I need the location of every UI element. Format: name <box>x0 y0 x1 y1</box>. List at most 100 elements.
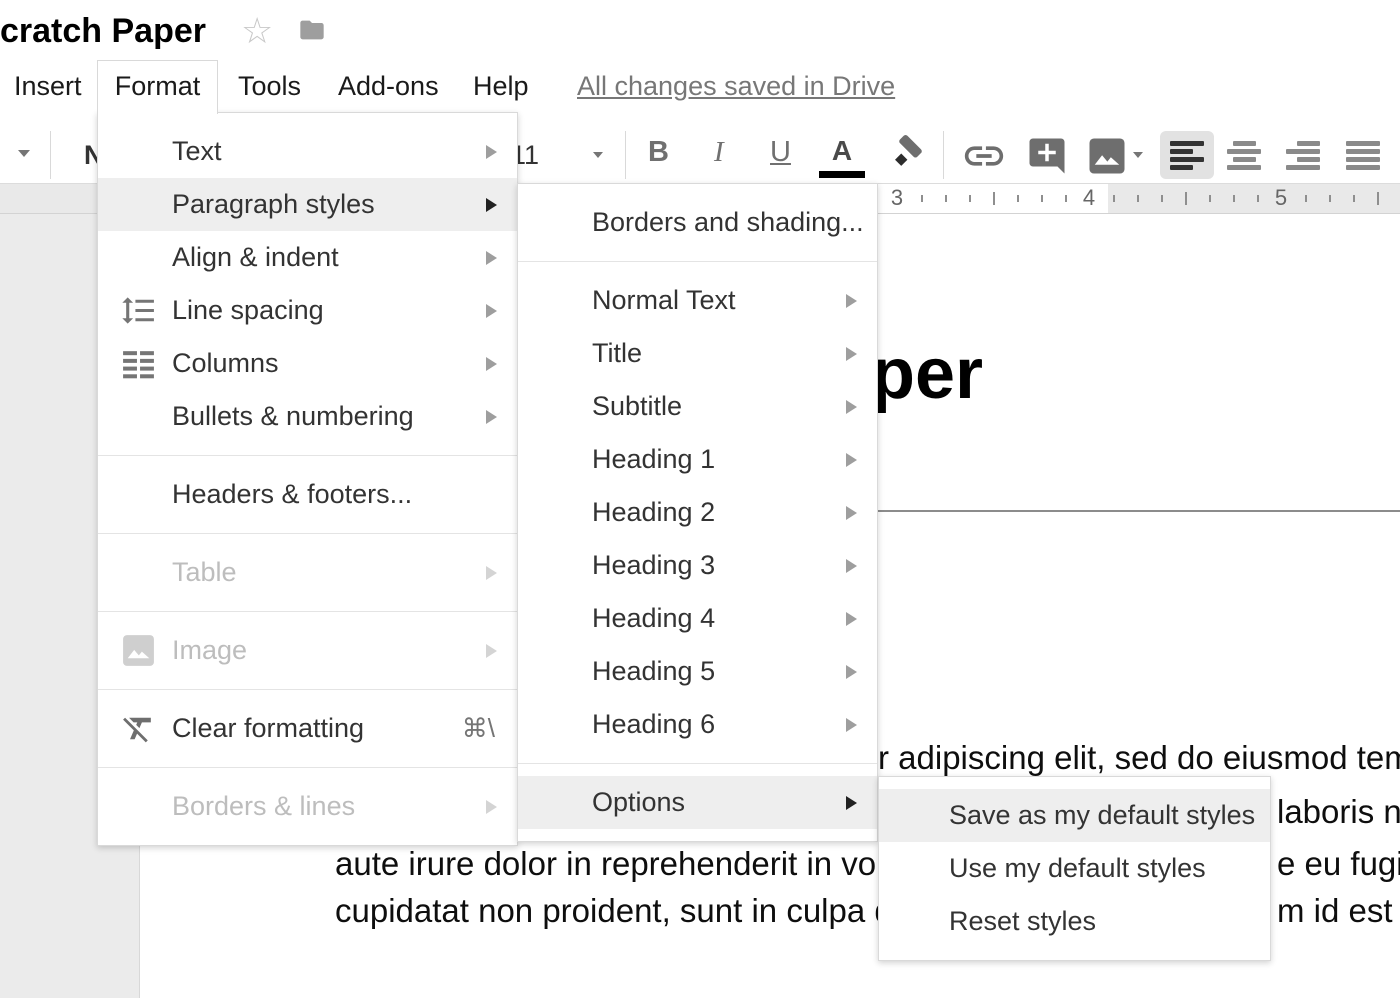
format-menu-item-headers-footers[interactable]: Headers & footers... <box>98 468 517 521</box>
paragraph-styles-menu: Borders and shading... Normal Text Title… <box>517 183 878 842</box>
document-text-line[interactable]: m id est lab <box>1277 891 1400 931</box>
format-menu-item-image: Image <box>98 624 517 677</box>
align-left-icon <box>1170 141 1204 170</box>
paragraph-styles-item-title[interactable]: Title <box>518 327 877 380</box>
text-color-swatch <box>819 171 865 178</box>
submenu-arrow-icon <box>846 400 857 414</box>
format-menu-item-align-indent[interactable]: Align & indent <box>98 231 517 284</box>
format-menu-item-borders-lines: Borders & lines <box>98 780 517 833</box>
submenu-arrow-icon <box>486 304 497 318</box>
align-justify-icon <box>1346 141 1380 170</box>
menubar-item-addons[interactable]: Add-ons <box>338 71 439 102</box>
menubar-item-tools[interactable]: Tools <box>238 71 301 102</box>
align-justify-button[interactable] <box>1336 131 1390 179</box>
align-center-icon <box>1227 141 1261 170</box>
menu-separator <box>98 521 517 546</box>
toolbar-divider <box>625 131 626 179</box>
paragraph-styles-item-heading-6[interactable]: Heading 6 <box>518 698 877 751</box>
google-docs-window: per r adipiscing elit, sed do eiusmod te… <box>0 0 1400 998</box>
submenu-arrow-icon <box>846 718 857 732</box>
submenu-arrow-icon <box>486 644 497 658</box>
submenu-arrow-icon <box>846 294 857 308</box>
submenu-arrow-icon <box>846 796 857 810</box>
menu-separator <box>98 755 517 780</box>
paragraph-styles-item-heading-5[interactable]: Heading 5 <box>518 645 877 698</box>
font-size-caret-icon[interactable] <box>593 152 603 158</box>
menu-separator <box>98 677 517 702</box>
toolbar-divider <box>943 131 944 179</box>
bold-button[interactable]: B <box>648 136 669 169</box>
align-right-button[interactable] <box>1276 131 1330 179</box>
insert-link-button[interactable] <box>961 133 1007 179</box>
paragraph-styles-item-heading-2[interactable]: Heading 2 <box>518 486 877 539</box>
paragraph-styles-item-heading-3[interactable]: Heading 3 <box>518 539 877 592</box>
clear-formatting-icon <box>120 710 157 747</box>
document-text-line[interactable]: e eu fugiat <box>1277 844 1400 884</box>
underline-button[interactable]: U <box>770 136 791 169</box>
format-menu-item-text[interactable]: Text <box>98 125 517 178</box>
menubar-item-insert[interactable]: Insert <box>14 71 82 102</box>
document-text-line[interactable]: aute irure dolor in reprehenderit in vol… <box>335 844 902 884</box>
toolbar-overflow-caret-icon[interactable] <box>18 150 30 157</box>
submenu-arrow-icon <box>486 410 497 424</box>
menubar-item-format[interactable]: Format <box>97 60 218 114</box>
submenu-arrow-icon <box>486 800 497 814</box>
format-menu-item-clear-formatting[interactable]: Clear formatting ⌘\ <box>98 702 517 755</box>
align-center-button[interactable] <box>1217 131 1271 179</box>
options-item-reset-styles[interactable]: Reset styles <box>879 895 1270 948</box>
options-item-save-default-styles[interactable]: Save as my default styles <box>879 789 1270 842</box>
document-heading-fragment[interactable]: per <box>871 333 983 415</box>
options-menu: Save as my default styles Use my default… <box>878 776 1271 961</box>
align-right-icon <box>1286 141 1320 170</box>
submenu-arrow-icon <box>846 506 857 520</box>
paragraph-styles-item-borders-shading[interactable]: Borders and shading... <box>518 196 877 249</box>
paragraph-styles-item-subtitle[interactable]: Subtitle <box>518 380 877 433</box>
text-color-letter: A <box>818 132 866 170</box>
highlight-color-button[interactable] <box>886 134 928 176</box>
add-comment-button[interactable] <box>1026 135 1068 177</box>
submenu-arrow-icon <box>486 357 497 371</box>
paragraph-styles-item-heading-1[interactable]: Heading 1 <box>518 433 877 486</box>
star-icon[interactable]: ☆ <box>241 10 273 52</box>
shortcut-label: ⌘\ <box>462 702 495 755</box>
document-text-line[interactable]: laboris nis <box>1277 792 1400 832</box>
folder-icon[interactable] <box>296 16 328 44</box>
submenu-arrow-icon <box>486 145 497 159</box>
image-icon <box>120 632 157 669</box>
toolbar-divider <box>50 131 51 179</box>
submenu-arrow-icon <box>846 612 857 626</box>
format-menu-item-line-spacing[interactable]: Line spacing <box>98 284 517 337</box>
submenu-arrow-icon <box>486 566 497 580</box>
submenu-arrow-icon <box>486 198 497 212</box>
paragraph-styles-item-heading-4[interactable]: Heading 4 <box>518 592 877 645</box>
format-menu-item-columns[interactable]: Columns <box>98 337 517 390</box>
image-options-caret-icon[interactable] <box>1133 152 1143 158</box>
menubar-item-help[interactable]: Help <box>473 71 529 102</box>
menu-separator <box>518 751 877 776</box>
paragraph-styles-item-options[interactable]: Options <box>518 776 877 829</box>
paragraph-styles-item-normal-text[interactable]: Normal Text <box>518 274 877 327</box>
menu-separator <box>518 249 877 274</box>
format-menu-item-paragraph-styles[interactable]: Paragraph styles <box>98 178 517 231</box>
submenu-arrow-icon <box>486 251 497 265</box>
format-menu: Text Paragraph styles Align & indent Lin… <box>97 112 518 846</box>
text-color-button[interactable]: A <box>818 132 866 178</box>
line-spacing-icon <box>120 292 157 329</box>
insert-image-button[interactable] <box>1086 135 1128 177</box>
submenu-arrow-icon <box>846 453 857 467</box>
options-item-use-default-styles[interactable]: Use my default styles <box>879 842 1270 895</box>
menu-separator <box>98 599 517 624</box>
submenu-arrow-icon <box>846 347 857 361</box>
save-status[interactable]: All changes saved in Drive <box>577 71 895 102</box>
document-text-line[interactable]: r adipiscing elit, sed do eiusmod temp <box>878 738 1400 778</box>
submenu-arrow-icon <box>846 665 857 679</box>
document-text-line[interactable]: cupidatat non proident, sunt in culpa qu <box>335 891 911 931</box>
italic-button[interactable]: I <box>714 136 724 169</box>
submenu-arrow-icon <box>846 559 857 573</box>
format-menu-item-table: Table <box>98 546 517 599</box>
menu-separator <box>98 443 517 468</box>
document-title[interactable]: cratch Paper <box>0 12 206 51</box>
align-left-button[interactable] <box>1160 131 1214 179</box>
columns-icon <box>120 345 157 382</box>
format-menu-item-bullets-numbering[interactable]: Bullets & numbering <box>98 390 517 443</box>
